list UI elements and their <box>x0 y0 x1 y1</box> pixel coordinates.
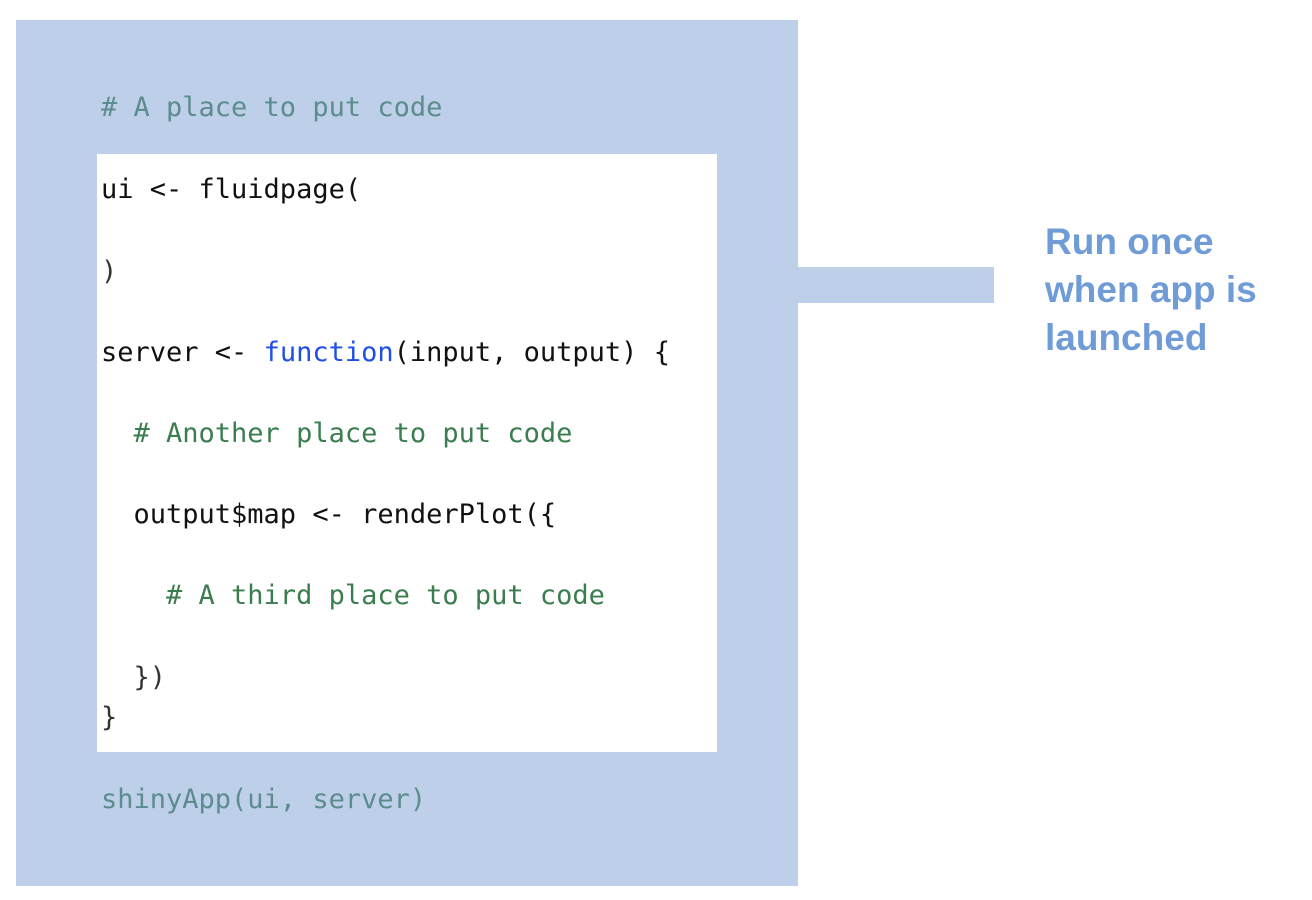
render-code-comment: # A third place to put code <box>101 580 605 611</box>
ui-definition-line: ui <- fluidpage( <box>101 174 362 205</box>
render-plot-close: }) <box>101 662 167 693</box>
annotation-line-3: launched <box>1045 317 1208 358</box>
server-code-comment: # Another place to put code <box>101 418 573 449</box>
server-arguments: (input, output) { <box>393 337 670 368</box>
server-assignment: server <- <box>101 337 264 368</box>
render-plot-line: output$map <- renderPlot({ <box>101 499 557 530</box>
shiny-app-call: shinyApp(ui, server) <box>101 784 427 815</box>
code-block <box>97 154 717 752</box>
run-once-annotation: Run once when app is launched <box>1045 218 1305 362</box>
server-close-brace: } <box>101 702 118 733</box>
function-keyword: function <box>263 337 394 368</box>
annotation-line-1: Run once <box>1045 221 1214 262</box>
server-definition-line: server <- function(input, output) { <box>101 337 670 369</box>
annotation-connector <box>798 267 994 303</box>
ui-close-paren: ) <box>101 256 118 287</box>
annotation-line-2: when app is <box>1045 269 1257 310</box>
outer-code-comment: # A place to put code <box>101 92 443 123</box>
